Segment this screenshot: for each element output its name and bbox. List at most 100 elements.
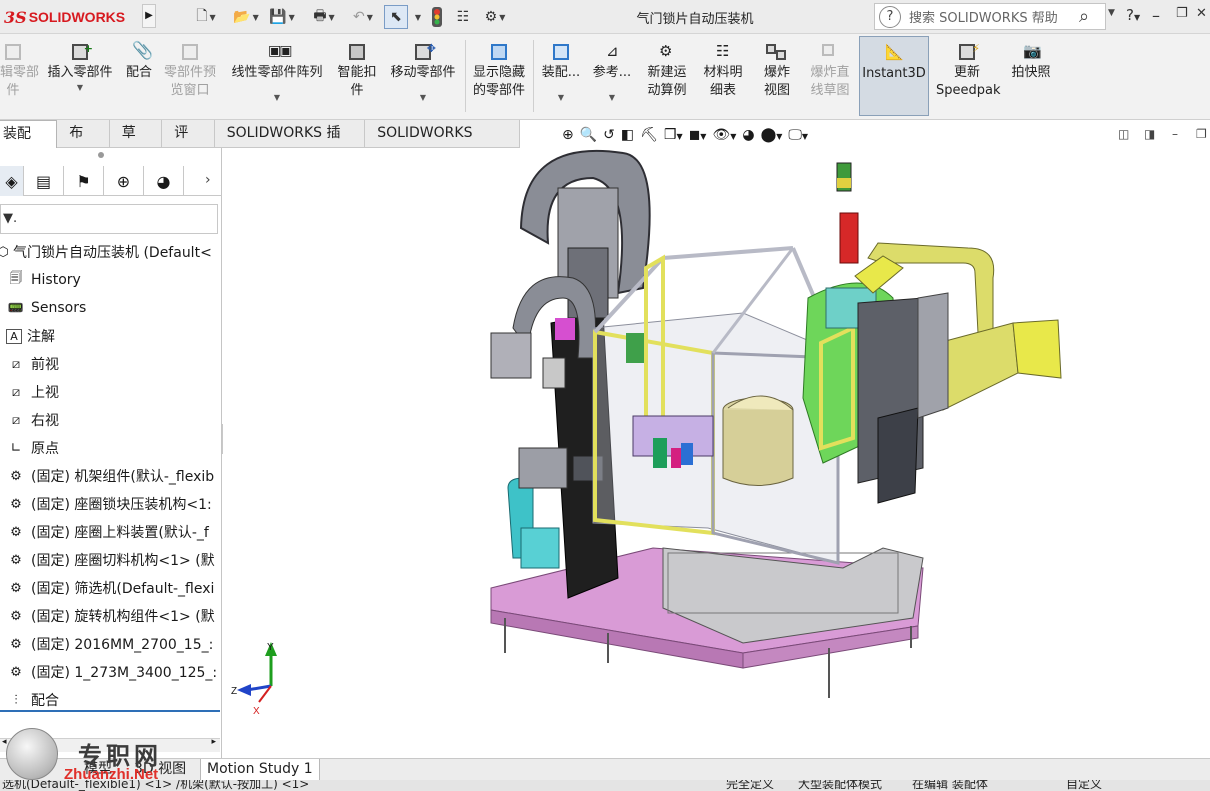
scroll-right-icon[interactable]: ▸: [211, 737, 216, 747]
panel-grip[interactable]: [98, 152, 104, 158]
rebuild-button[interactable]: [428, 5, 446, 29]
new-motion-study-button[interactable]: ⚙ 新建运动算例: [640, 36, 694, 116]
component-preview-button[interactable]: 零部件预览窗口: [158, 36, 222, 116]
tree-root-assembly[interactable]: ⬡ 气门锁片自动压装机 (Default<: [0, 238, 220, 266]
minimize-button[interactable]: –: [1152, 6, 1160, 25]
instant3d-button[interactable]: 📐 Instant3D: [859, 36, 929, 116]
edit-appearance-icon[interactable]: ◕: [742, 127, 754, 143]
solidworks-logo[interactable]: 3S SOLIDWORKS: [4, 6, 136, 28]
property-manager-tab-icon[interactable]: ▤: [24, 166, 64, 196]
dimxpert-tab-icon[interactable]: ⊕: [104, 166, 144, 196]
tree-item-top-plane[interactable]: ⧄ 上视: [0, 378, 220, 406]
ds-logo-mark: 3S: [4, 7, 27, 27]
tab-motion-study[interactable]: Motion Study 1: [200, 759, 320, 781]
undo-button[interactable]: ↶ ▼: [346, 5, 380, 29]
dropdown-caret[interactable]: ▼: [274, 94, 280, 102]
search-dropdown[interactable]: ▼: [1108, 8, 1115, 18]
feature-tree: ⬡ 气门锁片自动压装机 (Default< 🗐 History 📟 Sensor…: [0, 238, 220, 714]
snapshot-button[interactable]: 📷 拍快照: [1004, 36, 1058, 116]
tree-item-component[interactable]: ⚙ (固定) 机架组件(默认-_flexib: [0, 462, 220, 490]
tab-evaluate[interactable]: 评估: [162, 120, 215, 167]
apply-scene-icon[interactable]: ⬤▼: [761, 127, 783, 143]
display-manager-tab-icon[interactable]: ◕: [144, 166, 184, 196]
print-button[interactable]: 🖶 ▼: [306, 5, 342, 29]
configuration-manager-tab-icon[interactable]: ⚑: [64, 166, 104, 196]
edit-component-button[interactable]: 编辑零部件: [0, 36, 40, 116]
tree-filter-input[interactable]: ▼.: [0, 204, 218, 234]
chevron-right-icon[interactable]: ›: [205, 172, 211, 188]
menu-expand-button[interactable]: ▶: [142, 4, 156, 28]
tree-item-component[interactable]: ⚙ (固定) 座圈锁块压装机构<1:: [0, 490, 220, 518]
help-icon[interactable]: ?: [879, 5, 901, 28]
select-button[interactable]: ⬉: [384, 5, 408, 29]
linear-pattern-button[interactable]: ▣▣ 线性零部件阵列 ▼: [226, 36, 328, 116]
tree-item-right-plane[interactable]: ⧄ 右视: [0, 406, 220, 434]
options-button[interactable]: ⚙ ▼: [478, 5, 512, 29]
status-units[interactable]: 自定义: [1066, 780, 1102, 790]
rollback-bar[interactable]: [0, 710, 220, 712]
assembly-features-icon: [550, 42, 572, 62]
feature-tree-tab-icon[interactable]: ◈: [0, 166, 24, 196]
view-orientation-icon[interactable]: ❒▼: [664, 127, 683, 143]
bom-button[interactable]: ☷ 材料明细表: [698, 36, 748, 116]
tab-sketch[interactable]: 草图: [110, 120, 163, 167]
tab-addins[interactable]: SOLIDWORKS 插件: [215, 120, 366, 167]
reference-geometry-button[interactable]: ⊿ 参考... ▼: [588, 36, 636, 116]
tree-item-history[interactable]: 🗐 History: [0, 266, 220, 294]
tree-item-front-plane[interactable]: ⧄ 前视: [0, 350, 220, 378]
tree-item-component[interactable]: ⚙ (固定) 2016MM_2700_15_:: [0, 630, 220, 658]
tree-item-component[interactable]: ⚙ (固定) 1_273M_3400_125_:: [0, 658, 220, 686]
save-button[interactable]: 💾 ▼: [268, 5, 296, 29]
select-dropdown[interactable]: ▼: [410, 5, 424, 29]
tab-layout[interactable]: 布局: [57, 120, 110, 167]
tile-right-icon[interactable]: ◨: [1144, 127, 1155, 141]
assembly-3d-model[interactable]: [223, 148, 1210, 758]
tile-left-icon[interactable]: ◫: [1118, 127, 1129, 141]
smart-fastener-button[interactable]: 智能扣件: [334, 36, 380, 116]
show-hidden-icon: [488, 42, 510, 62]
open-button[interactable]: 📂 ▼: [228, 5, 264, 29]
view-settings-icon[interactable]: 🖵▼: [788, 127, 808, 143]
tree-item-component[interactable]: ⚙ (固定) 座圈切料机构<1> (默: [0, 546, 220, 574]
display-style-icon[interactable]: ◼▼: [689, 127, 707, 143]
update-speedpak-button[interactable]: ⚡ 更新Speedpak: [934, 36, 1001, 116]
zoom-to-area-icon[interactable]: 🔍: [580, 127, 597, 143]
show-hidden-button[interactable]: 显示隐藏的零部件: [469, 36, 529, 116]
close-button[interactable]: ✕: [1196, 6, 1207, 21]
tab-mbd[interactable]: SOLIDWORKS MBD: [365, 120, 520, 167]
dynamic-annotation-icon[interactable]: ⛏: [640, 127, 658, 143]
move-component-button[interactable]: ✥ 移动零部件 ▼: [386, 36, 460, 116]
tree-item-component[interactable]: ⚙ (固定) 旋转机构组件<1> (默: [0, 602, 220, 630]
viewport-restore-icon[interactable]: ❐: [1196, 127, 1207, 141]
search-input[interactable]: 搜索 SOLIDWORKS 帮助: [909, 7, 1079, 26]
tree-item-origin[interactable]: ∟ 原点: [0, 434, 220, 462]
tab-assembly[interactable]: 装配体: [0, 120, 58, 168]
viewport-minimize-icon[interactable]: –: [1172, 127, 1178, 141]
dropdown-caret[interactable]: ▼: [420, 94, 426, 102]
explode-line-sketch-button[interactable]: 爆炸直线草图: [804, 36, 856, 116]
tree-item-component[interactable]: ⚙ (固定) 筛选机(Default-_flexi: [0, 574, 220, 602]
tree-item-sensors[interactable]: 📟 Sensors: [0, 294, 220, 322]
mate-button[interactable]: 📎 配合: [120, 36, 158, 116]
hide-show-items-icon[interactable]: 👁▼: [712, 127, 736, 143]
dropdown-caret[interactable]: ▼: [609, 94, 615, 102]
tree-item-component[interactable]: ⚙ (固定) 座圈上料装置(默认-_f: [0, 518, 220, 546]
search-icon[interactable]: ⌕: [1079, 6, 1101, 27]
exploded-view-button[interactable]: 爆炸视图: [752, 36, 802, 116]
section-view-icon[interactable]: ◧: [621, 127, 634, 143]
tree-item-annotations[interactable]: A 注解: [0, 322, 220, 350]
new-document-button[interactable]: 🗋 ▼: [192, 5, 220, 29]
status-definition: 完全定义: [726, 780, 775, 791]
zoom-to-fit-icon[interactable]: ⊕: [562, 127, 574, 143]
file-properties-button[interactable]: ☷: [452, 5, 474, 29]
snapshot-icon: 📷: [1023, 42, 1042, 60]
help-menu-button[interactable]: ?▼: [1126, 6, 1140, 24]
dropdown-caret[interactable]: ▼: [77, 84, 83, 92]
restore-button[interactable]: ❐: [1176, 6, 1188, 21]
help-search[interactable]: ? 搜索 SOLIDWORKS 帮助 ⌕: [874, 3, 1106, 30]
previous-view-icon[interactable]: ↺: [603, 127, 615, 143]
dropdown-caret[interactable]: ▼: [558, 94, 564, 102]
assembly-features-button[interactable]: 装配... ▼: [538, 36, 584, 116]
graphics-area[interactable]: Y Z X: [223, 148, 1210, 758]
insert-component-button[interactable]: + 插入零部件 ▼: [42, 36, 118, 116]
